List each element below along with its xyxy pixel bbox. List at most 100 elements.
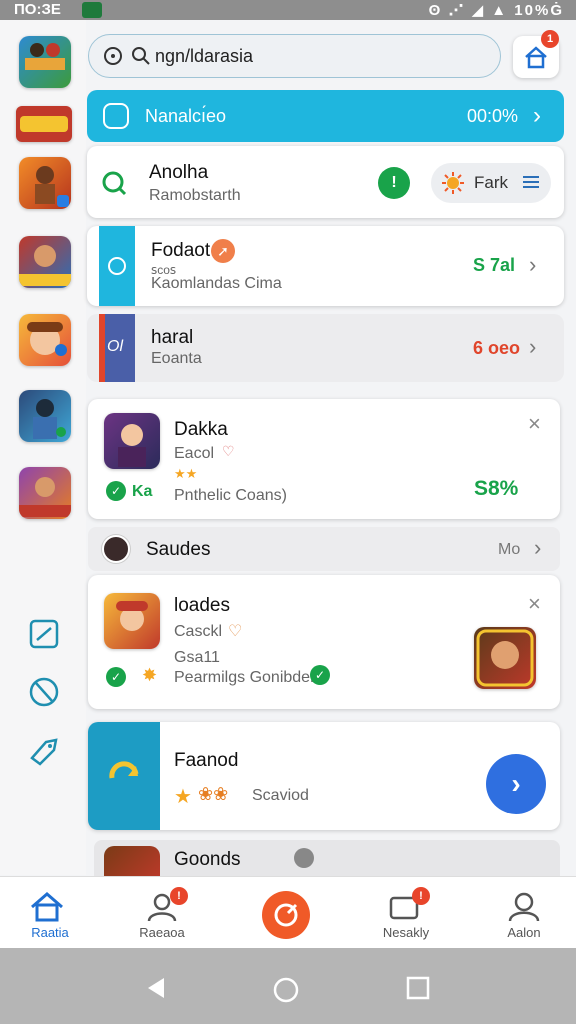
- refresh-icon: [104, 756, 144, 801]
- menu-icon: [523, 175, 539, 194]
- star-icon: ★: [174, 786, 192, 808]
- game-thumb-goonds: [104, 846, 160, 876]
- info-badge: !: [378, 167, 410, 199]
- game-thumb-1[interactable]: [19, 36, 71, 88]
- list-item-haral[interactable]: Ol haral Eoanta 6 oeo ›: [87, 314, 564, 382]
- home-button[interactable]: 1: [513, 30, 559, 78]
- game-card-loades[interactable]: loades Casckl ♡ Gsa11 ✓ ✸ Pearmilgs Goni…: [88, 575, 560, 709]
- back-icon[interactable]: [144, 976, 168, 1005]
- gems-icon: ❀❀: [198, 784, 229, 804]
- home-icon: [523, 44, 549, 75]
- game-subtitle: Eacol: [174, 445, 215, 462]
- home-badge: 1: [541, 30, 559, 48]
- banner-label: Nanalcı́eo: [145, 106, 227, 126]
- heart-icon: ♡: [222, 443, 235, 459]
- sun-icon: ✸: [142, 665, 158, 685]
- nav-friends[interactable]: ! Raeaoa: [112, 877, 212, 949]
- close-icon[interactable]: ×: [528, 591, 541, 617]
- recents-icon[interactable]: [406, 976, 430, 1005]
- status-icons: ʘ ⋰ ◢ ▲ 10%Ġ: [428, 2, 564, 19]
- tag-tool-icon[interactable]: [26, 732, 62, 768]
- heart-icon: ♡: [228, 623, 243, 640]
- list-item-anolha[interactable]: Anolha Ramobstarth ! Fark: [87, 146, 564, 218]
- game-subtitle: Casckl: [174, 623, 223, 640]
- home-icon: [30, 891, 64, 928]
- nav-label: Raatia: [31, 925, 69, 940]
- item-subtitle: Ramobstarth: [149, 187, 241, 204]
- banner-icon: [103, 103, 129, 129]
- game-note: Pnthelic Coans): [174, 487, 287, 504]
- section-header-saudes[interactable]: Saudes Mo ›: [88, 527, 560, 571]
- game-card-faanod[interactable]: Faanod ★ ❀❀ Scaviod ›: [88, 722, 560, 830]
- game-thumb-3[interactable]: [19, 157, 71, 209]
- card-accent: [88, 722, 160, 830]
- check-icon: ✓: [106, 481, 126, 501]
- item-title: Fodaot: [151, 240, 211, 261]
- nav-messages[interactable]: ! Nesakly: [356, 877, 456, 949]
- game-thumb-loades: [104, 593, 160, 649]
- game-note: Pearmilgs Gonibden: [174, 669, 319, 686]
- star-icon: ★★: [174, 466, 198, 481]
- game-card-dakka[interactable]: Dakka Eacol ♡ ★★ ✓ Ka Pnthelic Coans) S8…: [88, 399, 560, 519]
- home-circle-icon[interactable]: [272, 976, 300, 1009]
- item-title: Anolha: [149, 162, 209, 183]
- bottom-nav: Raatia ! Raeaoa ! Nesakly Aalon: [0, 876, 576, 948]
- chevron-right-icon: ›: [533, 102, 541, 129]
- nav-profile[interactable]: Aalon: [474, 877, 574, 949]
- game-title: loades: [174, 595, 230, 616]
- edit-tool-icon[interactable]: [26, 616, 62, 652]
- fark-chip[interactable]: Fark: [431, 163, 551, 203]
- item-title: Goonds: [174, 849, 241, 870]
- game-note: Scaviod: [252, 787, 309, 804]
- promo-banner[interactable]: Nanalcı́eo 00:0% ›: [87, 90, 564, 142]
- chevron-right-icon: ›: [534, 535, 542, 560]
- nav-label: Aalon: [507, 925, 541, 940]
- clock-icon: [103, 46, 123, 71]
- game-thumb-6[interactable]: [19, 390, 71, 442]
- game-title: Faanod: [174, 750, 239, 771]
- game-thumb-4[interactable]: [19, 236, 71, 288]
- nav-center-action[interactable]: [238, 877, 338, 949]
- game-thumb-2[interactable]: [16, 106, 72, 142]
- notification-icon: [82, 2, 102, 18]
- game-title: Dakka: [174, 419, 228, 440]
- item-title: haral: [151, 327, 194, 348]
- check-icon: ✓: [106, 667, 126, 687]
- chevron-right-icon: ›: [529, 252, 537, 277]
- game-percent: S8%: [474, 477, 519, 500]
- chevron-right-icon: ›: [529, 334, 537, 359]
- nav-badge: !: [412, 887, 430, 905]
- target-icon: [262, 891, 310, 939]
- item-subtitle: Eoanta: [151, 350, 202, 367]
- profile-icon: [508, 891, 540, 928]
- item-tag: Ol: [107, 338, 123, 355]
- section-title: Saudes: [146, 539, 211, 560]
- close-icon[interactable]: ×: [528, 411, 541, 437]
- list-item-goonds[interactable]: Goonds: [94, 840, 560, 876]
- search-bar[interactable]: ngn/ldarasia: [88, 34, 501, 78]
- game-thumb-5[interactable]: [19, 314, 71, 366]
- nav-badge: !: [170, 887, 188, 905]
- status-bar: ПО:ЗЕ ʘ ⋰ ◢ ▲ 10%Ġ: [0, 0, 576, 20]
- section-more: Mo: [498, 541, 521, 558]
- search-icon: [101, 170, 127, 201]
- list-item-fodaot[interactable]: Fodaot ➚ ꜱᴄᴏꜱ Kaomlandas Cima S 7al ›: [87, 226, 564, 306]
- search-input[interactable]: ngn/ldarasia: [155, 46, 253, 67]
- avatar: [102, 535, 130, 563]
- play-button[interactable]: ›: [486, 754, 546, 814]
- item-subtitle: Kaomlandas Cima: [151, 275, 282, 292]
- status-time: ПО:ЗЕ: [14, 1, 61, 18]
- item-note-prefix: Ka: [132, 483, 153, 500]
- game-thumb-loades-large[interactable]: [474, 627, 536, 689]
- banner-value: 00:0%: [467, 106, 519, 126]
- stats-tool-icon[interactable]: [26, 674, 62, 710]
- chip-label: Fark: [474, 173, 508, 192]
- game-thumb-dakka: [104, 413, 160, 469]
- nav-label: Nesakly: [382, 925, 430, 940]
- nav-home[interactable]: Raatia: [0, 877, 100, 949]
- game-thumb-7[interactable]: [19, 467, 71, 519]
- top-bar: ngn/ldarasia 1: [86, 22, 576, 88]
- item-price: 6 oeo: [473, 338, 521, 358]
- timer-icon: [107, 256, 127, 281]
- nav-label: Raeaoa: [139, 925, 185, 940]
